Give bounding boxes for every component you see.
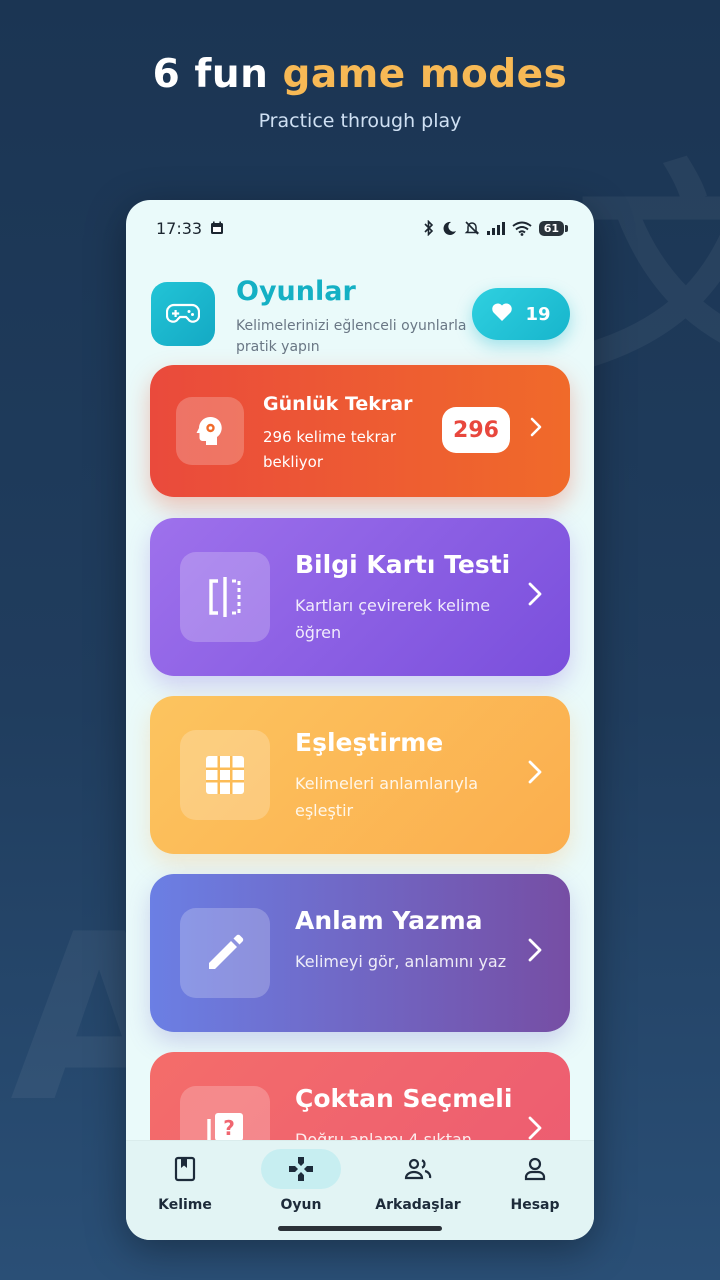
flip-card-icon: [180, 552, 270, 642]
game-card-title: Çoktan Seçmeli: [295, 1084, 513, 1113]
daily-review-card[interactable]: Günlük Tekrar 296 kelime tekrar bekliyor…: [150, 365, 570, 497]
game-card-flashcard-test[interactable]: Bilgi Kartı Testi Kartları çevirerek kel…: [150, 518, 570, 676]
nav-label: Kelime: [158, 1197, 212, 1213]
nav-label: Arkadaşlar: [375, 1197, 461, 1213]
nav-label: Oyun: [280, 1197, 322, 1213]
brain-gear-icon: [176, 397, 244, 465]
chevron-right-icon: [528, 1116, 542, 1140]
game-card-meaning-writing[interactable]: Anlam Yazma Kelimeyi gör, anlamını yaz: [150, 874, 570, 1032]
hearts-count: 19: [525, 303, 551, 325]
daily-review-count-badge: 296: [442, 407, 510, 453]
muted-bell-icon: [464, 220, 480, 236]
background-character-decoration: 文: [575, 142, 720, 398]
daily-review-description: 296 kelime tekrar bekliyor: [263, 428, 397, 471]
signal-strength-icon: [486, 221, 505, 235]
promo-subtitle: Practice through play: [258, 110, 462, 132]
calendar-notification-icon: [210, 221, 224, 235]
phone-screen: 17:33 61 Oyunlar Kelimelerinizi eğlencel…: [126, 200, 594, 1240]
status-bar: 17:33 61: [126, 200, 594, 256]
person-icon: [495, 1149, 575, 1189]
battery-indicator: 61: [538, 220, 569, 236]
chevron-right-icon: [528, 760, 542, 784]
nav-item-arkadaslar[interactable]: Arkadaşlar: [368, 1149, 468, 1221]
promo-title-plain: 6 fun: [152, 52, 283, 97]
page-title: Oyunlar: [236, 276, 356, 307]
chevron-right-icon: [528, 582, 542, 606]
game-card-title: Eşleştirme: [295, 728, 444, 757]
game-card-matching[interactable]: Eşleştirme Kelimeleri anlamlarıyla eşleş…: [150, 696, 570, 854]
gamepad-icon: [151, 282, 215, 346]
home-indicator[interactable]: [278, 1226, 442, 1231]
chevron-right-icon: [528, 938, 542, 962]
pencil-icon: [180, 908, 270, 998]
nav-label: Hesap: [510, 1197, 560, 1213]
game-card-description: Kartları çevirerek kelime öğren: [295, 596, 491, 642]
hearts-counter-button[interactable]: 19: [472, 288, 570, 340]
bottom-navigation: Kelime Oyun Arkadaşlar Hesap: [126, 1140, 594, 1240]
do-not-disturb-moon-icon: [442, 221, 457, 236]
promo-title-accent: game modes: [282, 52, 568, 97]
heart-icon: [491, 302, 513, 327]
nav-item-kelime[interactable]: Kelime: [135, 1149, 235, 1221]
page-subtitle: Kelimelerinizi eğlenceli oyunlarla prati…: [236, 318, 467, 355]
page-header: Oyunlar Kelimelerinizi eğlenceli oyunlar…: [150, 276, 570, 355]
svg-text:?: ?: [223, 1116, 235, 1140]
status-time: 17:33: [156, 218, 203, 238]
book-icon: [145, 1149, 225, 1189]
game-card-title: Anlam Yazma: [295, 906, 483, 935]
gamepad-cross-icon: [261, 1149, 341, 1189]
promo-title: 6 fun game modes: [0, 52, 720, 97]
wifi-icon: [512, 221, 532, 236]
nav-item-hesap[interactable]: Hesap: [485, 1149, 585, 1221]
chevron-right-icon: [530, 417, 542, 437]
game-card-title: Bilgi Kartı Testi: [295, 550, 511, 579]
grid-icon: [180, 730, 270, 820]
nav-item-oyun[interactable]: Oyun: [251, 1149, 351, 1221]
people-icon: [378, 1149, 458, 1189]
game-card-description: Kelimeleri anlamlarıyla eşleştir: [295, 774, 479, 820]
game-card-description: Kelimeyi gör, anlamını yaz: [295, 952, 507, 971]
daily-review-title: Günlük Tekrar: [263, 393, 413, 415]
bluetooth-icon: [423, 220, 435, 236]
